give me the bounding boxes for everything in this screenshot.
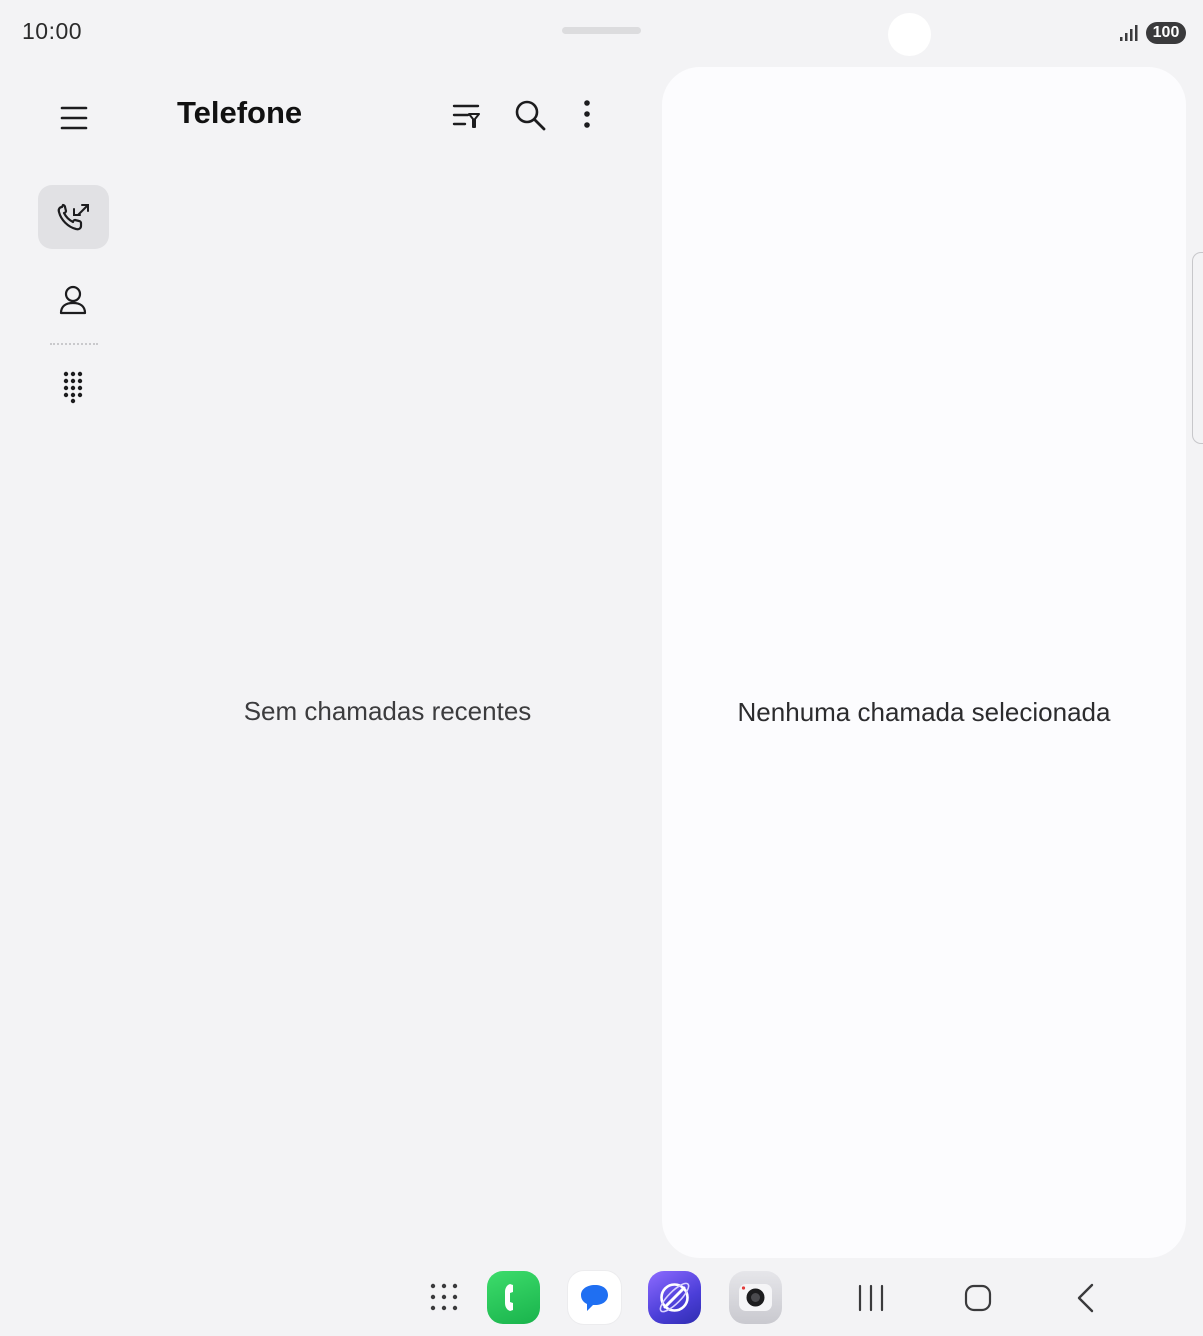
search-icon <box>515 100 546 131</box>
recent-apps-icon <box>858 1284 884 1312</box>
home-button[interactable] <box>960 1280 996 1316</box>
apps-grid-icon <box>430 1283 458 1311</box>
empty-recents-message: Sem chamadas recentes <box>243 696 532 726</box>
nav-item-recents[interactable] <box>38 185 109 249</box>
status-time: 10:00 <box>22 18 83 44</box>
page-title: Telefone <box>177 95 303 130</box>
signal-icon <box>1119 24 1139 42</box>
more-options-button[interactable] <box>572 97 602 133</box>
edge-panel-handle[interactable] <box>1192 252 1203 444</box>
nav-item-contacts[interactable] <box>45 272 101 328</box>
back-icon <box>1077 1283 1094 1313</box>
search-button[interactable] <box>512 97 548 133</box>
apps-grid-button[interactable] <box>426 1279 462 1315</box>
call-log-icon <box>57 203 89 231</box>
filter-button[interactable] <box>448 99 484 135</box>
battery-icon: 100 <box>1146 22 1186 44</box>
more-vert-icon <box>584 100 590 128</box>
back-button[interactable] <box>1068 1280 1104 1316</box>
filter-icon <box>452 104 480 128</box>
menu-icon <box>60 106 88 130</box>
home-icon <box>964 1284 992 1312</box>
messages-app-icon[interactable] <box>568 1271 621 1324</box>
window-drag-handle[interactable] <box>562 27 641 34</box>
person-icon <box>59 285 87 315</box>
phone-app-icon[interactable] <box>487 1271 540 1324</box>
internet-app-icon[interactable] <box>648 1271 701 1324</box>
call-detail-panel <box>662 67 1186 1258</box>
empty-detail-message: Nenhuma chamada selecionada <box>737 697 1111 727</box>
menu-button[interactable] <box>56 100 92 136</box>
dialpad-icon <box>63 371 83 404</box>
camera-app-icon[interactable] <box>729 1271 782 1324</box>
nav-divider <box>50 343 98 345</box>
recent-apps-button[interactable] <box>853 1281 889 1315</box>
camera-cutout <box>888 13 931 56</box>
nav-item-keypad[interactable] <box>45 360 101 416</box>
